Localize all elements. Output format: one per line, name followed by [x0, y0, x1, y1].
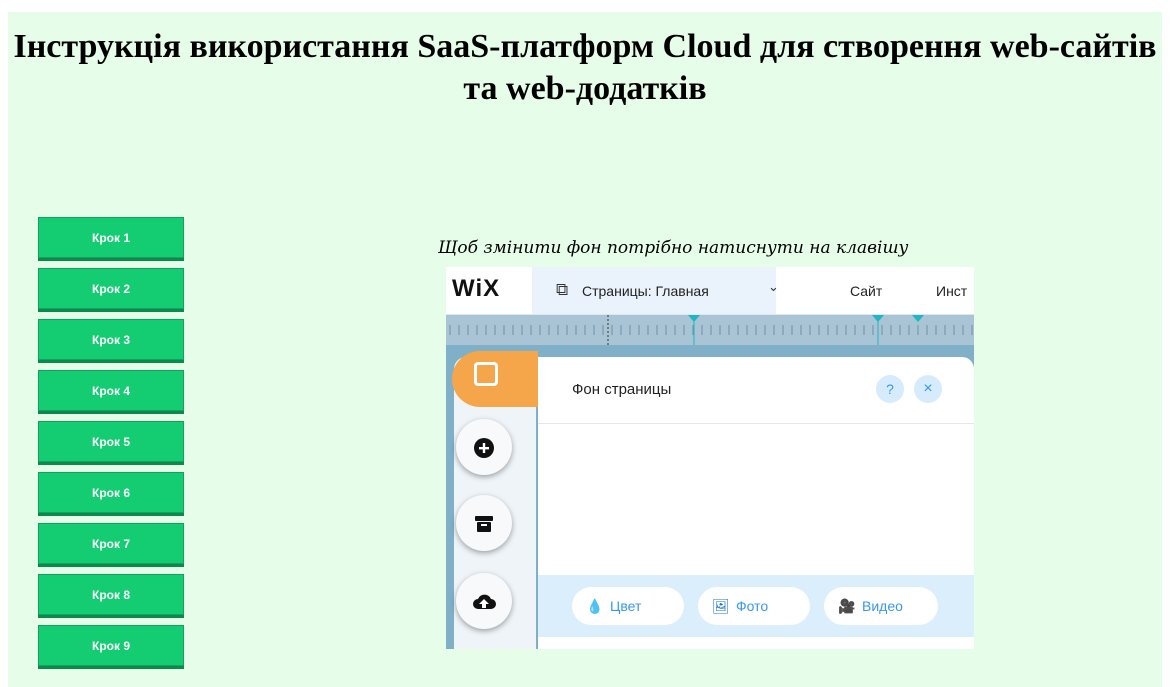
app-market-button[interactable]: [456, 495, 512, 551]
video-button-label: Видео: [862, 598, 903, 614]
panel-footer: 💧 Цвет 🖼 Фото 🎥 Видео: [538, 575, 974, 637]
help-button[interactable]: ?: [876, 375, 904, 403]
plus-circle-icon: [474, 437, 494, 458]
pages-icon: ⧉: [556, 280, 569, 299]
photo-button-label: Фото: [736, 598, 769, 614]
page-background: Інструкція використання SaaS-платформ Cl…: [8, 12, 1162, 687]
panel-title: Фон страницы: [572, 381, 672, 398]
ruler-ticks: [449, 315, 973, 345]
background-tab-button[interactable]: [452, 351, 538, 407]
photo-button[interactable]: 🖼 Фото: [698, 587, 810, 625]
page-selector[interactable]: ⧉ Страницы: Главная ⌄: [532, 267, 779, 314]
instruction-caption: Щоб змінити фон потрібно натиснути на кл…: [438, 238, 909, 258]
step-button-7[interactable]: Крок 7: [38, 523, 184, 564]
step-button-4[interactable]: Крок 4: [38, 370, 184, 411]
square-icon: [474, 362, 498, 386]
add-button[interactable]: [456, 419, 512, 475]
panel-header: Фон страницы ? ×: [538, 357, 974, 424]
steps-nav: Крок 1 Крок 2 Крок 3 Крок 4 Крок 5 Крок …: [38, 217, 184, 676]
page-title: Інструкція використання SaaS-платформ Cl…: [13, 28, 1157, 107]
menu-tools[interactable]: Инст: [936, 283, 967, 299]
chevron-down-icon: ⌄: [768, 279, 779, 294]
page-selector-label: Страницы: Главная: [582, 283, 709, 299]
video-icon: 🎥: [838, 598, 856, 614]
editor-ruler: [446, 315, 974, 345]
editor-topbar: WiX ⧉ Страницы: Главная ⌄ Сайт Инст: [446, 267, 974, 315]
page-background-panel: Фон страницы ? × 💧 Цвет 🖼 Фото 🎥 Видео: [538, 357, 974, 649]
step-button-5[interactable]: Крок 5: [38, 421, 184, 462]
image-icon: 🖼: [712, 598, 730, 614]
close-button[interactable]: ×: [914, 375, 942, 403]
step-button-2[interactable]: Крок 2: [38, 268, 184, 309]
step-button-1[interactable]: Крок 1: [38, 217, 184, 258]
video-button[interactable]: 🎥 Видео: [824, 587, 938, 625]
cloud-upload-icon: [473, 594, 496, 609]
step-button-9[interactable]: Крок 9: [38, 625, 184, 666]
color-button-label: Цвет: [610, 598, 642, 614]
step-button-8[interactable]: Крок 8: [38, 574, 184, 615]
step-button-3[interactable]: Крок 3: [38, 319, 184, 360]
drop-icon: 💧: [586, 598, 604, 614]
store-icon: [475, 515, 493, 532]
upload-button[interactable]: [456, 573, 512, 629]
editor-canvas: Фон страницы ? × 💧 Цвет 🖼 Фото 🎥 Видео: [446, 345, 974, 649]
wix-editor-screenshot: WiX ⧉ Страницы: Главная ⌄ Сайт Инст Фон …: [446, 267, 974, 649]
step-button-6[interactable]: Крок 6: [38, 472, 184, 513]
menu-site[interactable]: Сайт: [850, 283, 882, 299]
wix-logo: WiX: [452, 275, 501, 302]
color-button[interactable]: 💧 Цвет: [572, 587, 684, 625]
